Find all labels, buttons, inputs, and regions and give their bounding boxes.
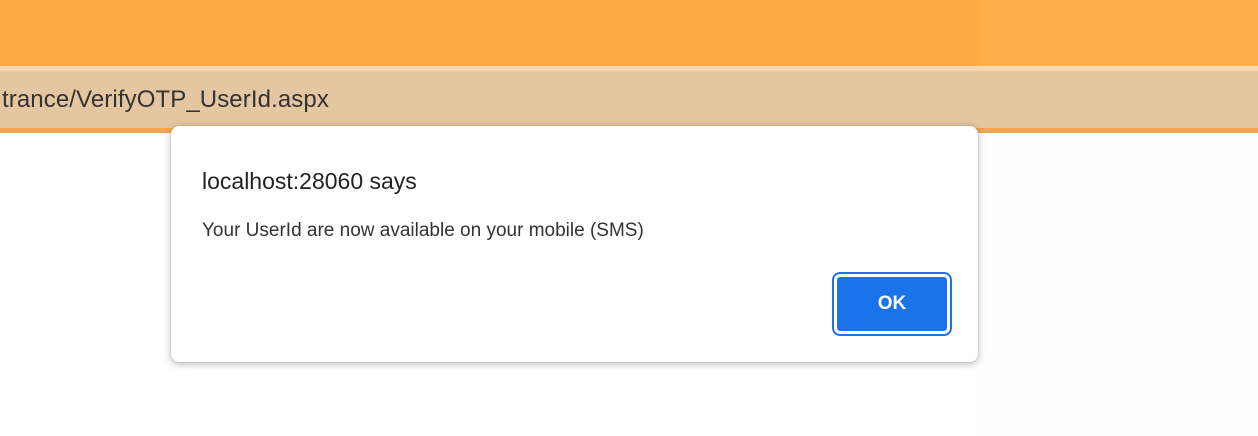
dialog-title: localhost:28060 says [202,168,417,194]
browser-header-bar-right [980,0,1258,66]
page-content-area [980,133,1258,436]
address-url-text[interactable]: trance/VerifyOTP_UserId.aspx [2,86,329,114]
ok-button[interactable]: OK [832,272,952,336]
dialog-message: Your UserId are now available on your mo… [202,220,644,241]
alert-dialog: localhost:28060 says Your UserId are now… [171,126,978,362]
